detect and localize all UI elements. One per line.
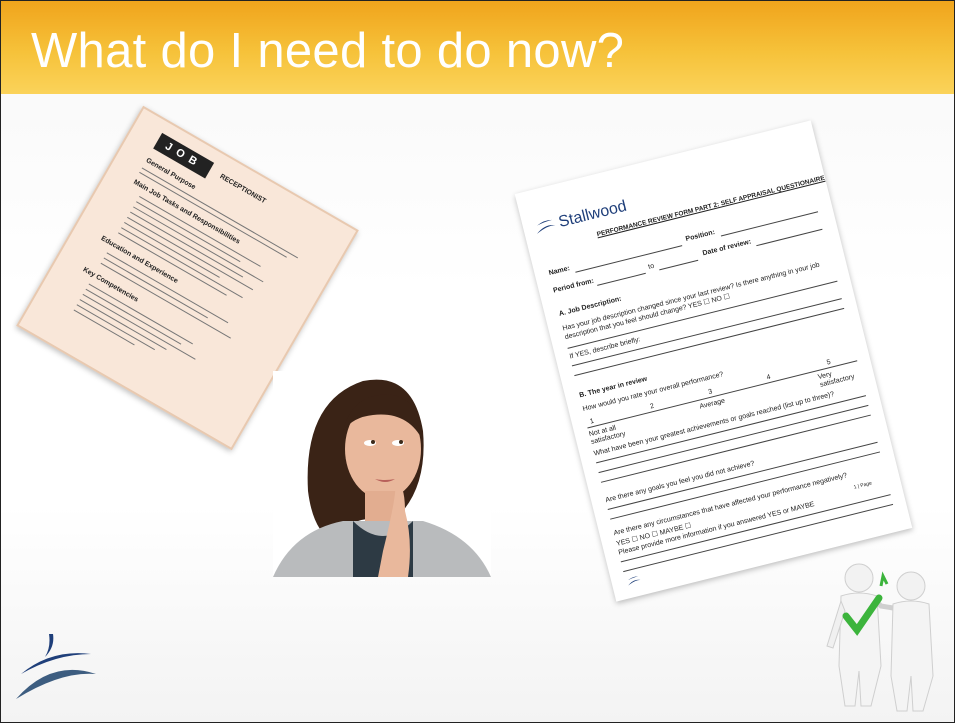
period-label: Period from: bbox=[552, 277, 595, 295]
name-label: Name: bbox=[548, 265, 571, 278]
position-label: Position: bbox=[684, 228, 716, 243]
performance-review-form: Stallwood PERFORMANCE REVIEW FORM PART 2… bbox=[514, 120, 913, 602]
job-heading: RECEPTIONIST bbox=[218, 173, 267, 206]
thinking-woman-image bbox=[273, 371, 491, 577]
date-label: Date of review: bbox=[701, 238, 752, 258]
stallwood-logo-icon-large bbox=[16, 634, 96, 699]
two-figures-checkmark-image bbox=[826, 563, 934, 712]
page-number: 1 | Page bbox=[853, 480, 873, 491]
question-b3: Are there any goals you feel you did not… bbox=[604, 460, 756, 505]
stallwood-small-logo-icon bbox=[628, 576, 641, 586]
slide-title: What do I need to do now? bbox=[31, 24, 625, 78]
stallwood-logo-icon bbox=[537, 219, 556, 234]
title-bar: What do I need to do now? bbox=[1, 1, 954, 94]
to-label: to bbox=[647, 262, 655, 271]
slide: What do I need to do now? JOB RECEPTIONI… bbox=[0, 0, 955, 723]
